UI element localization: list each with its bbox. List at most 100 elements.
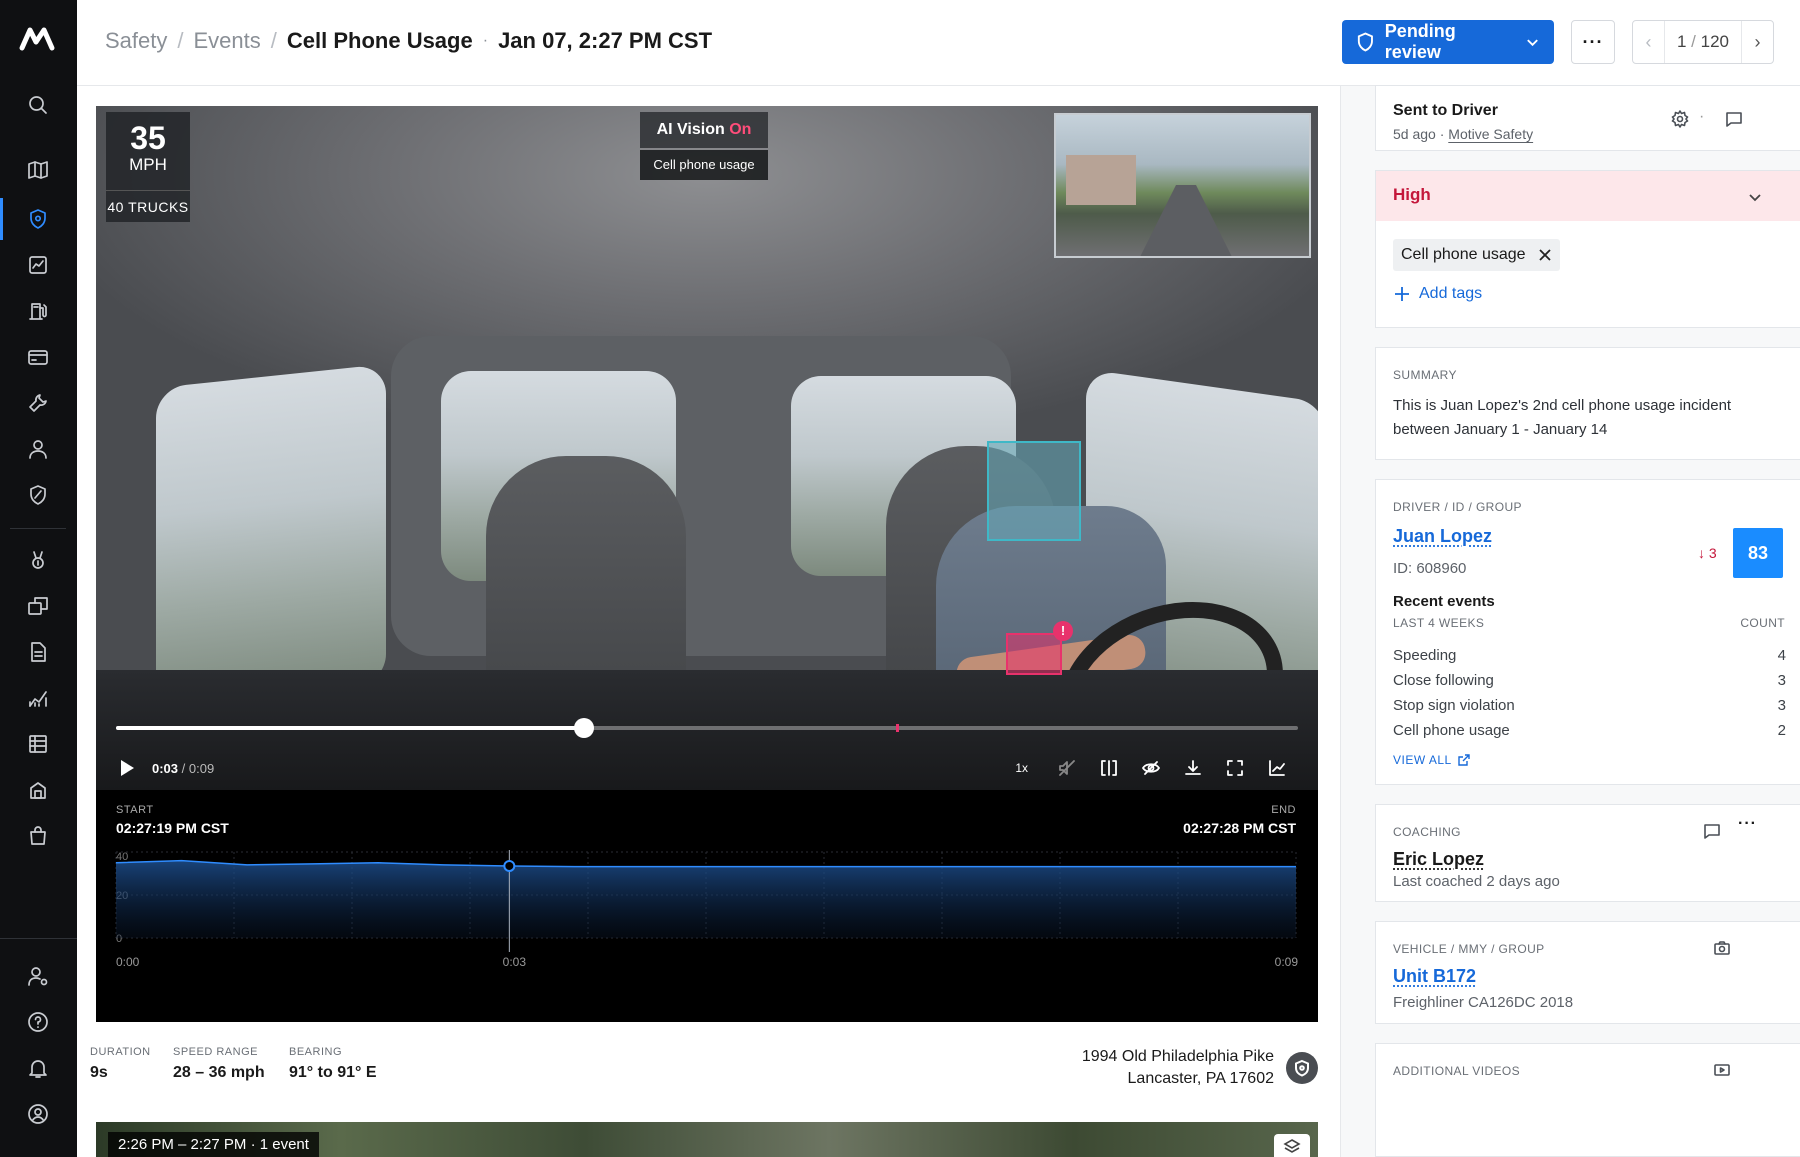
- driver-icon[interactable]: [22, 433, 54, 465]
- fullscreen-icon[interactable]: [1214, 754, 1256, 782]
- chevron-down-icon: [1527, 39, 1538, 47]
- stat-label: SPEED RANGE: [173, 1046, 258, 1058]
- pip-house: [1066, 155, 1136, 205]
- marketplace-icon[interactable]: [22, 820, 54, 852]
- event-map[interactable]: 2:26 PM – 2:27 PM · 1 event: [96, 1122, 1318, 1157]
- analytics-icon[interactable]: [22, 682, 54, 714]
- view-all-link[interactable]: VIEW ALL: [1393, 753, 1470, 767]
- vehicle-name-link[interactable]: Unit B172: [1393, 966, 1476, 987]
- assets-icon[interactable]: [22, 774, 54, 806]
- road-camera-pip[interactable]: [1054, 113, 1311, 258]
- video-icon[interactable]: [1708, 1056, 1736, 1084]
- chart-toggle-icon[interactable]: [1256, 754, 1298, 782]
- fleet-label: 40 TRUCKS: [106, 190, 190, 222]
- event-row-speeding: Speeding 4: [1393, 643, 1786, 668]
- vehicle-model: Freighliner CA126DC 2018: [1393, 994, 1574, 1011]
- notifications-bell-icon[interactable]: [22, 1052, 54, 1084]
- driver-name-link[interactable]: Juan Lopez: [1393, 526, 1492, 547]
- coaching-card: COACHING ··· Eric Lopez Last coached 2 d…: [1375, 804, 1800, 902]
- nav-divider: [10, 528, 66, 529]
- fuel-icon[interactable]: [22, 295, 54, 327]
- dispatch-icon[interactable]: [22, 590, 54, 622]
- progress-bar[interactable]: [116, 718, 1298, 738]
- playback-speed-button[interactable]: 1x: [1015, 761, 1028, 775]
- event-count: 2: [1777, 722, 1786, 739]
- video-player[interactable]: ! 35 MPH 40 TRUCKS AI Vision On Cell pho…: [96, 106, 1318, 790]
- status-label: Pending review: [1384, 21, 1456, 62]
- ai-detection-label: Cell phone usage: [640, 150, 768, 180]
- title-separator: ·: [482, 32, 489, 49]
- compliance-icon[interactable]: [22, 479, 54, 511]
- page-header: Safety / Events / Cell Phone Usage · Jan…: [77, 0, 1800, 86]
- nav-active-indicator: [0, 198, 3, 240]
- close-icon[interactable]: [1538, 248, 1552, 262]
- add-tags-button[interactable]: Add tags: [1393, 285, 1482, 303]
- chevron-right-icon[interactable]: ›: [1741, 21, 1773, 63]
- tag-label: Cell phone usage: [1401, 246, 1526, 263]
- motive-logo[interactable]: [18, 24, 58, 54]
- download-icon[interactable]: [1172, 754, 1214, 782]
- hide-overlay-icon[interactable]: [1130, 754, 1172, 782]
- search-icon[interactable]: [22, 89, 54, 121]
- breadcrumb-safety[interactable]: Safety: [105, 28, 167, 54]
- breadcrumb-events[interactable]: Events: [194, 28, 261, 54]
- summary-text: This is Juan Lopez's 2nd cell phone usag…: [1393, 397, 1732, 438]
- comment-icon[interactable]: [1698, 817, 1726, 845]
- mute-icon[interactable]: [1046, 754, 1088, 782]
- account-icon[interactable]: [22, 1098, 54, 1130]
- speed-chart[interactable]: 402000:000:030:09: [96, 850, 1318, 1022]
- severity-label: High: [1393, 185, 1431, 204]
- location-shield-icon[interactable]: [1286, 1052, 1318, 1084]
- settings-gear-icon[interactable]: [1666, 105, 1694, 133]
- vehicle-camera-icon[interactable]: [1708, 934, 1736, 962]
- driver-id: ID: 608960: [1393, 560, 1467, 577]
- progress-fill: [116, 726, 585, 730]
- event-row-close-following: Close following 3: [1393, 668, 1786, 693]
- coaching-more-button[interactable]: ···: [1738, 815, 1757, 833]
- sent-by-link[interactable]: Motive Safety: [1448, 126, 1533, 142]
- face-detection-box: [987, 441, 1081, 541]
- logs-icon[interactable]: [22, 728, 54, 760]
- progress-handle[interactable]: [574, 718, 595, 738]
- event-row-cell-phone: Cell phone usage 2: [1393, 718, 1786, 743]
- view-all-label: VIEW ALL: [1393, 753, 1452, 767]
- play-icon[interactable]: [116, 757, 138, 779]
- safety-score-badge[interactable]: 83: [1733, 528, 1783, 578]
- event-stats: DURATION 9s SPEED RANGE 28 – 36 mph BEAR…: [90, 1046, 1318, 1126]
- safety-shield-icon[interactable]: [22, 203, 54, 235]
- more-options-button[interactable]: ···: [1571, 20, 1615, 64]
- event-count: 3: [1777, 697, 1786, 714]
- severity-dropdown[interactable]: High: [1376, 171, 1800, 221]
- reports-icon[interactable]: [22, 249, 54, 281]
- stat-label: BEARING: [289, 1046, 343, 1058]
- card-icon[interactable]: [22, 341, 54, 373]
- status-dropdown-button[interactable]: Pending review: [1342, 20, 1554, 64]
- documents-icon[interactable]: [22, 636, 54, 668]
- layers-icon[interactable]: [1274, 1134, 1310, 1157]
- tag-chip: Cell phone usage: [1393, 239, 1560, 271]
- meta-separator: ·: [1439, 126, 1445, 142]
- event-details-panel: Sent to Driver 5d ago · Motive Safety · …: [1340, 85, 1800, 1157]
- coaching-icon[interactable]: [22, 544, 54, 576]
- recent-events-list: Speeding 4 Close following 3 Stop sign vio…: [1393, 643, 1786, 743]
- coach-name-link[interactable]: Eric Lopez: [1393, 849, 1484, 870]
- split-view-icon[interactable]: [1088, 754, 1130, 782]
- sent-ago: 5d ago: [1393, 126, 1436, 142]
- speed-overlay: 35 MPH 40 TRUCKS: [106, 112, 190, 222]
- event-datetime: Jan 07, 2:27 PM CST: [498, 28, 713, 53]
- score-delta: ↓ 3: [1698, 545, 1717, 561]
- comment-icon[interactable]: [1720, 105, 1748, 133]
- event-marker: [896, 724, 900, 732]
- recent-events-title: Recent events: [1393, 593, 1495, 610]
- maintenance-wrench-icon[interactable]: [22, 387, 54, 419]
- time-display: 0:03 / 0:09: [152, 760, 215, 776]
- shield-icon: [1357, 32, 1373, 52]
- left-window: [156, 363, 386, 709]
- map-icon[interactable]: [22, 154, 54, 186]
- chevron-left-icon[interactable]: ‹: [1633, 21, 1665, 63]
- video-controls: 0:03 / 0:09 1x: [116, 754, 1298, 782]
- admin-user-icon[interactable]: [22, 960, 54, 992]
- stat-speed-range: SPEED RANGE 28 – 36 mph: [173, 1046, 265, 1082]
- help-icon[interactable]: [22, 1006, 54, 1038]
- severity-card: High Cell phone usage Add tags: [1375, 170, 1800, 328]
